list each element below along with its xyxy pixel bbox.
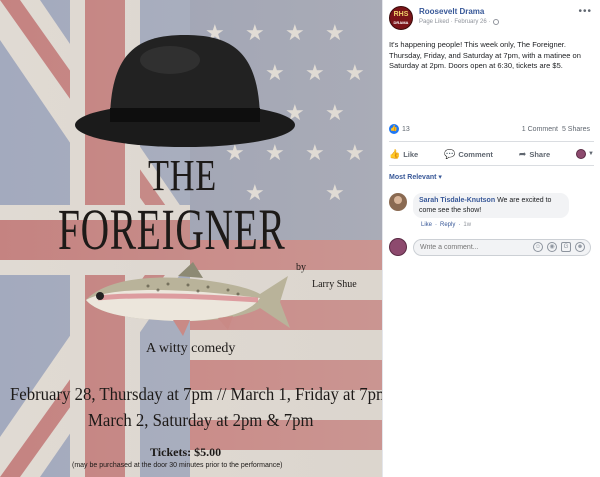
page-avatar[interactable]: RHS DRAMA [389, 6, 413, 30]
thumbs-up-icon: 👍 [389, 148, 401, 159]
avatar-logo-text: RHS [393, 11, 409, 18]
event-poster[interactable]: ★★ ★★ ★★ ★★ ★★ ★★ ★★ ★★ ★★ THE FO [0, 0, 382, 477]
gif-icon[interactable]: G [561, 242, 571, 252]
share-icon: ➦ [518, 148, 527, 159]
comment-composer: ☺ ◉ G ☻ [389, 238, 595, 258]
title-line-1: THE [148, 151, 218, 200]
comment-button-label: Comment [458, 149, 493, 159]
reaction-summary[interactable]: 👍 13 [389, 124, 410, 134]
globe-icon [493, 19, 500, 25]
comment-button[interactable]: 💬 Comment [444, 149, 493, 160]
composer-tools: ☺ ◉ G ☻ [533, 242, 585, 252]
comment-bubble: Sarah Tisdale-Knutson We are excited to … [413, 193, 569, 218]
post-panel: RHS DRAMA Roosevelt Drama Page Liked · F… [382, 0, 600, 477]
author-name: Larry Shue [312, 279, 357, 290]
avatar [576, 149, 587, 159]
like-reaction-icon: 👍 [389, 124, 399, 134]
comment-time[interactable]: 1w [463, 222, 471, 228]
post-text: It's happening people! This week only, T… [389, 40, 581, 70]
like-button-label: Like [403, 149, 419, 159]
comment-count[interactable]: 1 Comment [522, 126, 558, 133]
dates-line-2: March 2, Saturday at 2pm & 7pm [88, 410, 314, 430]
bowler-hat-illustration [75, 35, 295, 147]
comment-icon: 💬 [444, 148, 456, 159]
separator: · [458, 222, 461, 228]
share-button[interactable]: ➦ Share [519, 149, 550, 160]
ticket-price: Tickets: $5.00 [150, 445, 222, 459]
fine-print: (may be purchased at the door 30 minutes… [72, 462, 283, 469]
camera-icon[interactable]: ◉ [547, 242, 557, 252]
separator: · [435, 222, 438, 228]
reaction-picker[interactable]: ▼ [576, 149, 594, 159]
comment-sort-dropdown[interactable]: Most Relevant ▾ [389, 173, 442, 181]
share-count[interactable]: 5 Shares [562, 126, 590, 133]
post-meta: Page Liked · February 26 · [419, 19, 500, 25]
title-line-2: FOREIGNER [58, 197, 286, 262]
like-button[interactable]: 👍 Like [389, 149, 418, 160]
chevron-down-icon: ▼ [588, 151, 594, 157]
engagement-counts: 1 Comment 5 Shares [522, 126, 590, 133]
comment-like-link[interactable]: Like [421, 222, 432, 228]
tagline: A witty comedy [146, 341, 236, 356]
commenter-avatar[interactable] [389, 193, 407, 211]
by-label: by [296, 262, 306, 273]
post-meta-text[interactable]: Page Liked · February 26 · [419, 19, 490, 25]
avatar [389, 238, 407, 256]
divider [389, 165, 594, 166]
reaction-count: 13 [402, 125, 410, 133]
share-button-label: Share [529, 149, 551, 159]
post-actions: 👍 Like 💬 Comment ➦ Share ▼ [389, 144, 594, 164]
dates-line-1: February 28, Thursday at 7pm // March 1,… [10, 384, 382, 404]
comment-author[interactable]: Sarah Tisdale-Knutson [419, 197, 495, 204]
emoji-icon[interactable]: ☺ [533, 242, 543, 252]
comment-meta: Like · Reply · 1w [421, 222, 471, 228]
more-icon[interactable]: ••• [578, 6, 592, 17]
avatar-logo-sub: DRAMA [393, 20, 409, 25]
comment-reply-link[interactable]: Reply [440, 222, 455, 228]
divider [389, 141, 594, 142]
page-name-link[interactable]: Roosevelt Drama [419, 7, 484, 16]
sticker-icon[interactable]: ☻ [575, 242, 585, 252]
trout-illustration [86, 262, 290, 336]
